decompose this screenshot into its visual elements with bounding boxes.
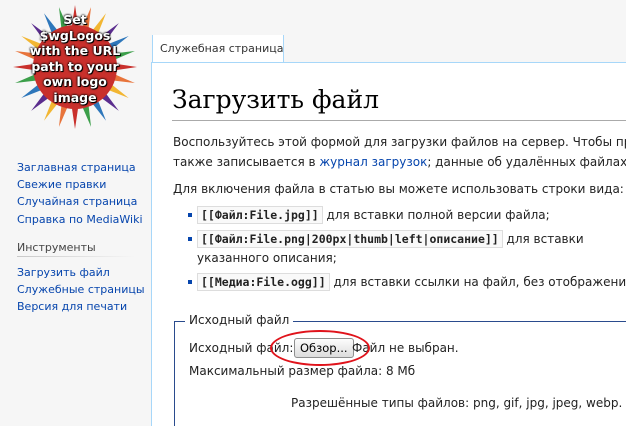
intro-text-after: ; данные об удалённых файлах мож bbox=[427, 155, 626, 169]
browse-button[interactable]: Обзор... bbox=[294, 338, 354, 358]
list-item: [[Медиа:File.ogg]] для вставки ссылки на… bbox=[197, 273, 626, 291]
tab-special-page[interactable]: Служебная страница bbox=[152, 35, 284, 62]
max-file-size: Максимальный размер файла: 8 Мб bbox=[189, 364, 416, 378]
intro-text-before: также записывается в bbox=[173, 155, 320, 169]
page-title: Загрузить файл bbox=[172, 85, 379, 114]
sidebar-item-special-pages[interactable]: Служебные страницы bbox=[17, 281, 147, 298]
sidebar-item-help[interactable]: Справка по MediaWiki bbox=[17, 211, 147, 228]
site-logo[interactable]: Set $wgLogos with the URL path to your o… bbox=[5, 3, 145, 131]
sidebar-navigation: Заглавная страница Свежие правки Случайн… bbox=[17, 159, 147, 228]
source-file-label: Исходный файл: bbox=[189, 341, 294, 355]
no-file-status: Файл не выбран. bbox=[352, 341, 459, 355]
sidebar-tools: Загрузить файл Служебные страницы Версия… bbox=[17, 264, 147, 316]
sidebar-item-random-page[interactable]: Случайная страница bbox=[17, 193, 147, 210]
list-item: [[Файл:File.png|200px|thumb|left|описани… bbox=[197, 230, 584, 248]
tab-label: Служебная страница bbox=[160, 42, 284, 55]
list-item-text: для вставки полной версии файла; bbox=[322, 208, 550, 222]
fieldset-legend: Исходный файл bbox=[185, 313, 294, 327]
list-item-text: для вставки bbox=[502, 232, 584, 246]
sidebar-item-upload-file[interactable]: Загрузить файл bbox=[17, 264, 147, 281]
code-snippet: [[Медиа:File.ogg]] bbox=[197, 273, 330, 291]
include-instructions: Для включения файла в статью вы можете и… bbox=[173, 182, 624, 196]
main-content: Загрузить файл Воспользуйтесь этой формо… bbox=[151, 62, 626, 426]
intro-text-line1: Воспользуйтесь этой формой для загрузки … bbox=[173, 135, 626, 149]
code-snippet: [[Файл:File.jpg]] bbox=[197, 206, 323, 224]
allowed-file-types: Разрешённые типы файлов: png, gif, jpg, … bbox=[291, 396, 623, 410]
list-item-text: для вставки ссылки на файл, без отображе… bbox=[329, 275, 626, 289]
list-item-continuation: указанного описания; bbox=[197, 251, 337, 265]
code-snippet: [[Файл:File.png|200px|thumb|left|описани… bbox=[197, 230, 503, 248]
title-divider bbox=[172, 120, 626, 121]
intro-text-line2: также записывается в журнал загрузок; да… bbox=[173, 155, 626, 169]
sidebar-item-main-page[interactable]: Заглавная страница bbox=[17, 159, 147, 176]
list-bullet bbox=[188, 237, 192, 241]
sidebar-tools-heading: Инструменты bbox=[17, 241, 96, 254]
sidebar-item-recent-changes[interactable]: Свежие правки bbox=[17, 176, 147, 193]
list-bullet bbox=[188, 280, 192, 284]
list-bullet bbox=[188, 213, 192, 217]
sidebar-item-printable-version[interactable]: Версия для печати bbox=[17, 298, 147, 315]
upload-log-link[interactable]: журнал загрузок bbox=[319, 155, 427, 169]
logo-text: Set $wgLogos with the URL path to your o… bbox=[29, 12, 121, 105]
list-item: [[Файл:File.jpg]] для вставки полной вер… bbox=[197, 206, 550, 224]
sidebar-divider bbox=[17, 256, 135, 257]
